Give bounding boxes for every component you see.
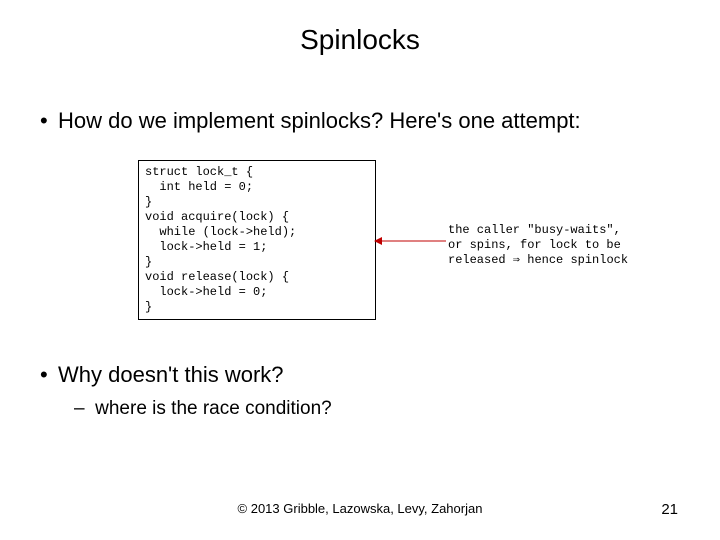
subbullet-marker: –: [74, 398, 85, 419]
bullet-implement: •How do we implement spinlocks? Here's o…: [40, 108, 581, 134]
bullet-marker: •: [40, 108, 58, 134]
code-block: struct lock_t { int held = 0; } void acq…: [138, 160, 376, 320]
bullet-why: •Why doesn't this work?: [40, 362, 284, 388]
subbullet-race: – where is the race condition?: [74, 398, 332, 420]
annotation-line: the caller "busy-waits",: [448, 223, 678, 238]
page-title: Spinlocks: [0, 24, 720, 56]
annotation-busy-wait: the caller "busy-waits", or spins, for l…: [448, 223, 678, 268]
bullet-text: Why doesn't this work?: [58, 362, 284, 387]
bullet-marker: •: [40, 362, 58, 388]
footer-copyright: © 2013 Gribble, Lazowska, Levy, Zahorjan: [0, 501, 720, 516]
slide: Spinlocks •How do we implement spinlocks…: [0, 0, 720, 540]
subbullet-text: where is the race condition?: [95, 398, 332, 419]
page-number: 21: [661, 501, 678, 518]
bullet-text: How do we implement spinlocks? Here's on…: [58, 108, 581, 133]
annotation-line: released ⇒ hence spinlock: [448, 253, 678, 268]
arrow-left-icon: [374, 236, 446, 246]
annotation-line: or spins, for lock to be: [448, 238, 678, 253]
